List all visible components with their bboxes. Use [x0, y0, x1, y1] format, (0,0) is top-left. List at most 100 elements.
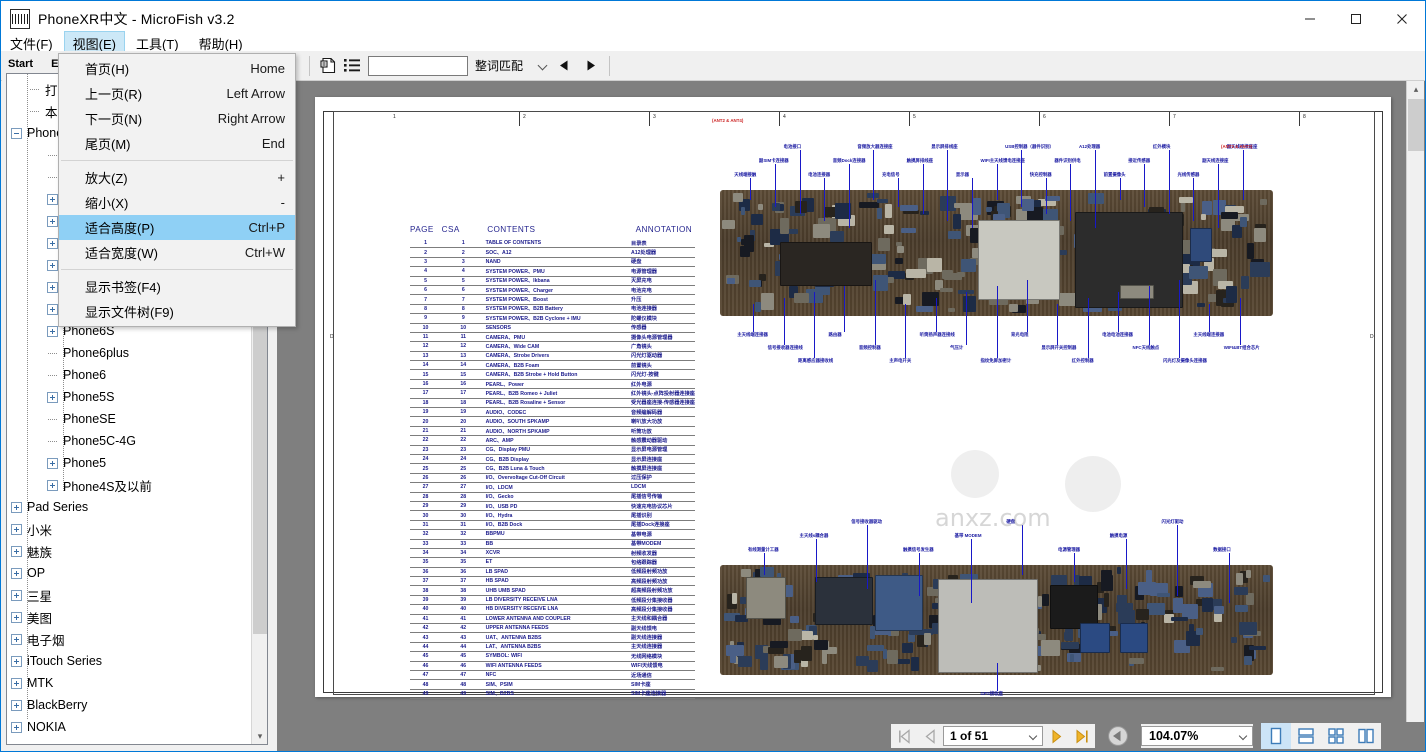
view-mode-grid[interactable]	[1321, 723, 1351, 749]
menu-item-6[interactable]: 适合高度(P) Ctrl+P	[59, 215, 295, 240]
tree-item[interactable]: Phone6	[7, 364, 267, 386]
search-next-button[interactable]	[577, 54, 603, 78]
menu-item-7[interactable]: 适合宽度(W) Ctrl+W	[59, 240, 295, 265]
expand-icon[interactable]	[11, 699, 22, 711]
toc-cell-page: 27	[422, 484, 429, 491]
tree-item[interactable]: Phone6plus	[7, 342, 267, 364]
toc-row: 9 9 SYSTEM POWER、B2B Cyclone + IMU 陀螺仪模块	[410, 314, 695, 324]
toc-row: 21 21 AUDIO、NORTH SPKAMP 听筒功放	[410, 427, 695, 437]
menu-item-4[interactable]: 放大(Z) +	[59, 165, 295, 190]
menu-item-5[interactable]: 缩小(X) -	[59, 190, 295, 215]
tree-item[interactable]: OP	[7, 562, 267, 584]
tree-item[interactable]: Phone4S及以前	[7, 474, 267, 496]
expand-icon[interactable]	[11, 655, 22, 667]
pcb-component	[732, 593, 738, 604]
pcb-component	[751, 213, 763, 226]
toc-row: 47 47 NFC 近场通信	[410, 671, 695, 681]
page-number-field[interactable]: 1 of 51	[943, 726, 1043, 746]
expand-icon[interactable]	[47, 259, 58, 271]
menu-item-1[interactable]: 上一页(R) Left Arrow	[59, 81, 295, 106]
tree-item[interactable]: Phone5S	[7, 386, 267, 408]
tree-item[interactable]: 电子烟	[7, 628, 267, 650]
first-page-icon[interactable]	[891, 724, 917, 748]
menu-item-8[interactable]: 显示书签(F4)	[59, 274, 295, 299]
tree-item[interactable]: 三星	[7, 584, 267, 606]
expand-icon[interactable]	[11, 567, 22, 579]
menu-item-label: 适合高度(P)	[85, 221, 155, 236]
tree-item[interactable]: Pad Series	[7, 496, 267, 518]
expand-icon[interactable]	[11, 545, 22, 557]
menu-item-9[interactable]: 显示文件树(F9)	[59, 299, 295, 324]
view-mode-single-page[interactable]	[1261, 723, 1291, 749]
view-mode-two-row[interactable]	[1291, 723, 1321, 749]
pcb-component	[944, 272, 962, 281]
tree-item[interactable]: iTouch Series	[7, 650, 267, 672]
menu-item-2[interactable]: 下一页(N) Right Arrow	[59, 106, 295, 131]
expand-icon[interactable]	[47, 193, 58, 205]
expand-icon[interactable]	[47, 237, 58, 249]
back-arrow-icon[interactable]	[1101, 724, 1135, 748]
menu-item-label: 放大(Z)	[85, 171, 128, 186]
pcb-component	[1246, 593, 1255, 606]
document-viewer: 12345678 D D PAGE CSA CONTENTS ANNOTATIO…	[277, 81, 1425, 751]
tree-item[interactable]: Phone5	[7, 452, 267, 474]
pcb-annotation-label: 信号接收器连接线	[767, 345, 803, 350]
pcb-component	[869, 254, 886, 264]
sidebar-scroll-down-icon[interactable]: ▾	[253, 729, 267, 744]
search-prev-button[interactable]	[551, 54, 577, 78]
tree-item[interactable]: PhoneSE	[7, 408, 267, 430]
list-icon[interactable]	[340, 54, 364, 78]
zoom-field[interactable]: 104.07%	[1141, 726, 1253, 746]
pcb-component	[1022, 198, 1034, 212]
tree-item[interactable]: BlackBerry	[7, 694, 267, 716]
toc-cell-annotation: 目录表	[631, 240, 647, 247]
viewer-scroll-up-icon[interactable]: ▴	[1408, 81, 1424, 98]
expand-icon[interactable]	[11, 501, 22, 513]
toc-cell-contents: SIM、B2BS	[485, 691, 514, 698]
expand-icon[interactable]	[47, 391, 58, 403]
expand-icon[interactable]	[47, 215, 58, 227]
toc-cell-annotation: 触摸屏连接座	[631, 466, 663, 473]
collapse-icon[interactable]	[11, 127, 22, 139]
last-page-icon[interactable]	[1069, 724, 1095, 748]
expand-icon[interactable]	[47, 281, 58, 293]
tree-item[interactable]: NOKIA	[7, 716, 267, 738]
expand-icon[interactable]	[11, 721, 22, 733]
menu-item-shortcut: Ctrl+W	[244, 245, 285, 260]
expand-icon[interactable]	[47, 303, 58, 315]
toc-row: 13 13 CAMERA、Strobe Drivers 闪光灯驱动器	[410, 352, 695, 362]
toc-cell-annotation: 升压	[631, 297, 642, 304]
toc-cell-csa: 32	[460, 531, 467, 538]
view-mode-side-by-side[interactable]	[1351, 723, 1381, 749]
search-input[interactable]	[368, 55, 468, 76]
expand-icon[interactable]	[11, 611, 22, 623]
expand-icon[interactable]	[47, 479, 58, 491]
menu-item-3[interactable]: 尾页(M) End	[59, 131, 295, 156]
toc-cell-contents: UAT、ANTENNA B2BS	[485, 635, 542, 642]
viewer-scroll-thumb[interactable]	[1408, 99, 1424, 151]
expand-icon[interactable]	[11, 523, 22, 535]
pcb-component	[1238, 621, 1257, 635]
match-mode-select[interactable]: 整词匹配	[471, 54, 551, 77]
menu-item-0[interactable]: 首页(H) Home	[59, 56, 295, 81]
expand-icon[interactable]	[47, 457, 58, 469]
prev-page-icon[interactable]	[917, 724, 943, 748]
tab-start[interactable]: Start	[8, 58, 33, 71]
tree-item[interactable]: 小米	[7, 518, 267, 540]
tree-item-label: Phone4S及以前	[63, 479, 152, 494]
bookmark-page-icon[interactable]	[316, 54, 340, 78]
tree-item[interactable]: 美图	[7, 606, 267, 628]
next-page-icon[interactable]	[1043, 724, 1069, 748]
tree-item[interactable]: 魅族	[7, 540, 267, 562]
pcb-component	[1221, 211, 1238, 219]
expand-icon[interactable]	[11, 677, 22, 689]
expand-icon[interactable]	[47, 325, 58, 337]
pcb-component	[768, 647, 785, 654]
tree-item[interactable]: MTK	[7, 672, 267, 694]
expand-icon[interactable]	[11, 589, 22, 601]
pcb-leader-line	[1125, 539, 1127, 589]
toc-cell-contents: ARC、AMP	[485, 437, 514, 444]
expand-icon[interactable]	[11, 633, 22, 645]
tree-item[interactable]: Phone5C-4G	[7, 430, 267, 452]
viewer-scrollbar[interactable]: ▴	[1406, 81, 1424, 727]
